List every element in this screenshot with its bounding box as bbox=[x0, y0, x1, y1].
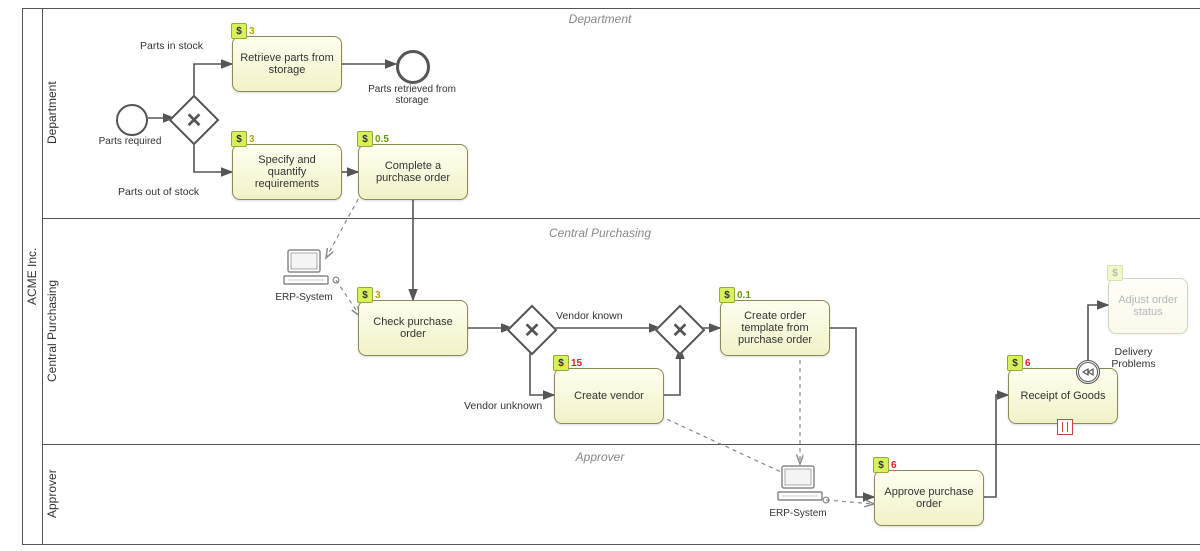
dollar-icon: $ bbox=[357, 131, 373, 147]
task-label: Check purchase order bbox=[365, 316, 461, 340]
flow-label-vendor-known: Vendor known bbox=[556, 310, 623, 322]
sequence-flows bbox=[0, 0, 1200, 551]
lane-name-central: Central Purchasing bbox=[45, 280, 59, 382]
flow-label-vendor-unknown: Vendor unknown bbox=[464, 400, 542, 412]
end-event-parts-retrieved[interactable] bbox=[396, 50, 430, 84]
task-label: Create vendor bbox=[574, 390, 644, 402]
cost-badge-approve: $6 bbox=[873, 457, 897, 473]
dollar-icon: $ bbox=[231, 131, 247, 147]
cost-badge-adjust: $ bbox=[1107, 265, 1125, 281]
end-event-label: Parts retrieved from storage bbox=[362, 84, 462, 106]
flow-label-out-of-stock: Parts out of stock bbox=[118, 186, 199, 198]
flow-label-delivery-problems: Delivery Problems bbox=[1106, 346, 1161, 370]
task-create-vendor[interactable]: $15 Create vendor bbox=[554, 368, 664, 424]
cost-badge-specify: $3 bbox=[231, 131, 255, 147]
pool-border-bottom bbox=[22, 544, 1200, 545]
dollar-icon: $ bbox=[719, 287, 735, 303]
dollar-icon: $ bbox=[1107, 265, 1123, 281]
cost-value: 0.1 bbox=[737, 290, 751, 301]
lane-name-approver: Approver bbox=[45, 470, 59, 519]
lane-label-approver: Approver bbox=[42, 444, 62, 544]
task-complete-purchase-order[interactable]: $0.5 Complete a purchase order bbox=[358, 144, 468, 200]
dollar-icon: $ bbox=[357, 287, 373, 303]
cost-value: 6 bbox=[891, 460, 897, 471]
dollar-icon: $ bbox=[1007, 355, 1023, 371]
cost-value: 15 bbox=[571, 358, 582, 369]
cost-value: 3 bbox=[375, 290, 381, 301]
task-label: Approve purchase order bbox=[881, 486, 977, 510]
task-label: Adjust order status bbox=[1115, 294, 1181, 318]
task-specify-requirements[interactable]: $3 Specify and quantify requirements bbox=[232, 144, 342, 200]
cost-value: 3 bbox=[249, 134, 255, 145]
cost-badge-check: $3 bbox=[357, 287, 381, 303]
task-receipt-of-goods[interactable]: $6 Receipt of Goods bbox=[1008, 368, 1118, 424]
gateway-stock[interactable]: ✕ bbox=[169, 95, 220, 146]
gateway-vendor-merge[interactable]: ✕ bbox=[655, 305, 706, 356]
task-label: Specify and quantify requirements bbox=[239, 154, 335, 190]
lane-label-department: Department bbox=[42, 8, 62, 218]
lane-header-department: Department bbox=[569, 12, 632, 26]
pool-label: ACME Inc. bbox=[22, 8, 42, 544]
compensation-icon bbox=[1081, 365, 1095, 379]
boundary-compensation-event[interactable] bbox=[1076, 360, 1100, 384]
cost-value: 3 bbox=[249, 26, 255, 37]
lane-label-central: Central Purchasing bbox=[42, 218, 62, 444]
start-event[interactable] bbox=[116, 104, 148, 136]
task-label: Retrieve parts from storage bbox=[239, 52, 335, 76]
pool-name: ACME Inc. bbox=[25, 247, 39, 304]
task-approve-purchase-order[interactable]: $6 Approve purchase order bbox=[874, 470, 984, 526]
gateway-vendor-split[interactable]: ✕ bbox=[507, 305, 558, 356]
task-label: Create order template from purchase orde… bbox=[727, 310, 823, 346]
cost-badge-receipt: $6 bbox=[1007, 355, 1031, 371]
cost-value: 6 bbox=[1025, 358, 1031, 369]
erp-label-1: ERP-System bbox=[269, 292, 339, 303]
cost-value: 0.5 bbox=[375, 134, 389, 145]
erp-system-icon-2: ERP-System bbox=[776, 464, 824, 509]
erp-label-2: ERP-System bbox=[763, 508, 833, 519]
lane-header-approver: Approver bbox=[576, 450, 625, 464]
dollar-icon: $ bbox=[873, 457, 889, 473]
lane-sep-1 bbox=[42, 218, 1200, 219]
task-label: Complete a purchase order bbox=[365, 160, 461, 184]
lane-sep-2 bbox=[42, 444, 1200, 445]
lane-name-department: Department bbox=[45, 82, 59, 145]
lane-header-central: Central Purchasing bbox=[549, 226, 651, 240]
dollar-icon: $ bbox=[231, 23, 247, 39]
pool-border-top bbox=[22, 8, 1200, 9]
start-event-label: Parts required bbox=[90, 136, 170, 147]
cost-badge-create-vendor: $15 bbox=[553, 355, 582, 371]
task-create-order-template[interactable]: $0.1 Create order template from purchase… bbox=[720, 300, 830, 356]
cost-badge-complete: $0.5 bbox=[357, 131, 389, 147]
task-check-purchase-order[interactable]: $3 Check purchase order bbox=[358, 300, 468, 356]
task-retrieve-parts[interactable]: $3 Retrieve parts from storage bbox=[232, 36, 342, 92]
dollar-icon: $ bbox=[553, 355, 569, 371]
bpmn-canvas: ACME Inc. Department Central Purchasing … bbox=[0, 0, 1200, 551]
cost-badge-template: $0.1 bbox=[719, 287, 751, 303]
erp-system-icon-1: ERP-System bbox=[282, 248, 330, 293]
flow-label-in-stock: Parts in stock bbox=[140, 40, 203, 52]
cost-badge-retrieve: $3 bbox=[231, 23, 255, 39]
calendar-marker-icon bbox=[1057, 419, 1073, 435]
task-label: Receipt of Goods bbox=[1021, 390, 1106, 402]
task-adjust-order-status[interactable]: $ Adjust order status bbox=[1108, 278, 1188, 334]
